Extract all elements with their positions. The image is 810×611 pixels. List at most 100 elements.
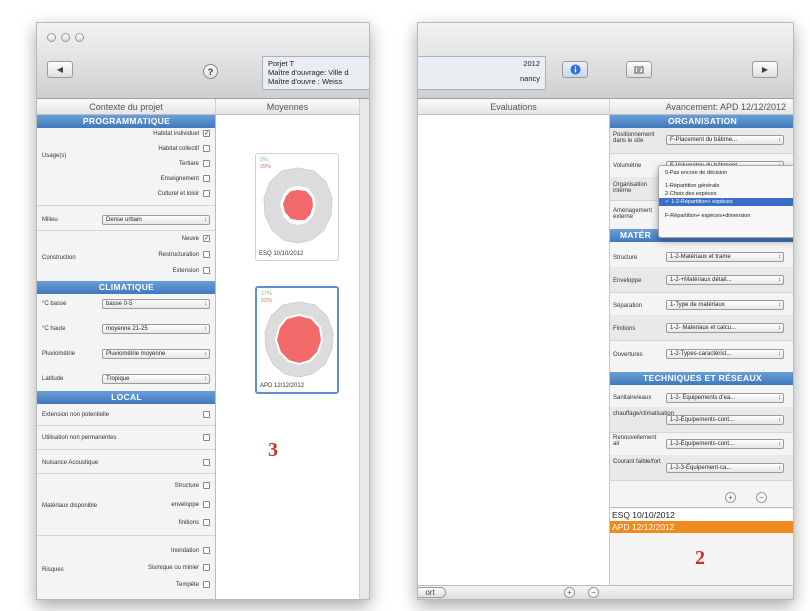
local-nuisance-checkbox[interactable]	[203, 459, 210, 466]
popup-item[interactable]: 0-Pas encore de décision	[659, 169, 793, 177]
ouvertures-select[interactable]: 1-2-Types-caractérist...	[666, 349, 784, 359]
evaluation-row-esq[interactable]: ESQ 10/10/2012	[610, 509, 793, 521]
materiaux-label: Matériaux disponible	[42, 503, 98, 509]
temp-basse-select[interactable]: basse 0-5	[102, 299, 210, 309]
moyennes-panel: 0% 39% ESQ 10/10/2012 17% 52% APD 12/12/…	[216, 115, 360, 599]
risque-inondation: Inondation	[170, 548, 199, 554]
extension-checkbox[interactable]	[203, 267, 210, 274]
window-controls[interactable]	[47, 33, 84, 42]
col-header-evaluations[interactable]: Evaluations	[418, 99, 610, 115]
usage-culturel: Culturel et loisir	[157, 191, 199, 197]
section-climatique: CLIMATIQUE	[37, 281, 215, 294]
add-button[interactable]: +	[564, 587, 575, 598]
popup-item[interactable]: 1-Répartition générale	[659, 182, 793, 190]
local-extension-checkbox[interactable]	[203, 411, 210, 418]
materiaux-structure-checkbox[interactable]	[203, 482, 210, 489]
usage-habitat-collectif: Habitat collectif	[158, 146, 199, 152]
close-icon[interactable]	[47, 33, 56, 42]
courant-select[interactable]: 1-2-3-Équipement-ca...	[666, 463, 784, 473]
culturel-checkbox[interactable]	[203, 190, 210, 197]
materiaux-structure: Structure	[174, 483, 199, 489]
zoom-icon[interactable]	[75, 33, 84, 42]
minimize-icon[interactable]	[61, 33, 70, 42]
marker-2: 2	[695, 547, 705, 569]
amenagement-externe-label: Aménagement externe	[613, 208, 653, 220]
enveloppe-select[interactable]: 1-2-+Matériaux détail...	[666, 275, 784, 285]
sanitaire-label: Sanitaire/eaux	[613, 395, 652, 401]
pluviometrie-label: Pluviométrie	[42, 351, 76, 357]
construction-restructuration: Restructuration	[158, 252, 199, 258]
left-window: ◀ ? Porjet T Maître d'ouvrage: Ville d M…	[36, 22, 370, 600]
materiaux-finitions: finitions	[178, 520, 199, 526]
restructuration-checkbox[interactable]	[203, 251, 210, 258]
positionnement-select[interactable]: F-Placement du bâtime...	[666, 135, 784, 145]
project-year: 2012	[523, 59, 540, 68]
risque-sismique-checkbox[interactable]	[203, 564, 210, 571]
finitions-label: Finitions	[613, 326, 636, 332]
ouvertures-label: Ouvertures	[613, 352, 643, 358]
project-info-box: Porjet T Maître d'ouvrage: Ville d Maîtr…	[262, 56, 369, 90]
local-utilisation-checkbox[interactable]	[203, 434, 210, 441]
latitude-select[interactable]: Tropique	[102, 374, 210, 384]
risque-tempete-checkbox[interactable]	[203, 581, 210, 588]
sanitaire-select[interactable]: 1-2- Équipements d'ea...	[666, 393, 784, 403]
forward-button[interactable]: ▶	[752, 61, 778, 78]
chauffage-select[interactable]: 1-2-Équipements-cont...	[666, 415, 784, 425]
remove-evaluation-button[interactable]: −	[756, 492, 767, 503]
divider	[37, 535, 215, 536]
chauffage-label: chauffage/climatisation	[613, 411, 674, 417]
thumb-caption: ESQ 10/10/2012	[259, 251, 304, 257]
structure-select[interactable]: 1-2-Matériaux et trame	[666, 252, 784, 262]
local-utilisation-label: Utilisation non permanentes	[42, 435, 117, 441]
project-architect: Maître d'ouvre : Weiss	[268, 77, 343, 86]
project-owner: Maître d'ouvrage: Ville d	[268, 68, 349, 77]
positionnement-label: Positionnement dans le site	[613, 132, 655, 144]
col-header-moyennes[interactable]: Moyennes	[216, 99, 360, 115]
divider	[37, 230, 215, 231]
export-button[interactable]: ort	[418, 587, 446, 598]
renouvellement-select[interactable]: 1-2-Équipements-cont...	[666, 439, 784, 449]
edit-button[interactable]	[626, 61, 652, 78]
milieu-select[interactable]: Dense urbain	[102, 215, 210, 225]
habitat-collectif-checkbox[interactable]	[203, 145, 210, 152]
col-header-avancement[interactable]: Avancement: APD 12/12/2012	[610, 99, 793, 115]
habitat-individuel-checkbox[interactable]: ✓	[203, 130, 210, 137]
materiaux-finitions-checkbox[interactable]	[203, 519, 210, 526]
back-button[interactable]: ◀	[47, 61, 73, 78]
remove-button[interactable]: −	[588, 587, 599, 598]
separation-select[interactable]: 1-Type de matériaux	[666, 300, 784, 310]
evaluation-row-apd[interactable]: APD 12/12/2012	[610, 521, 793, 533]
usages-label: Usage(s)	[42, 153, 67, 159]
divider	[37, 425, 215, 426]
usage-enseignement: Enseignement	[160, 176, 199, 182]
enseignement-checkbox[interactable]	[203, 175, 210, 182]
divider	[37, 205, 215, 206]
pluviometrie-select[interactable]: Pluviométrie moyenne	[102, 349, 210, 359]
popup-item[interactable]: F-Répartition+ espèces+dimension	[659, 212, 793, 220]
popup-item-selected[interactable]: ✓ 1-2-Répartition+ espèces	[659, 198, 793, 206]
milieu-label: Milieu	[42, 217, 58, 223]
tertiaire-checkbox[interactable]	[203, 160, 210, 167]
bottom-toolbar: ort + −	[418, 585, 793, 599]
renouvellement-label: Renouvellement air	[613, 435, 657, 447]
col-header-contexte[interactable]: Contexte du projet	[37, 99, 216, 115]
section-organisation: ORGANISATION	[610, 115, 793, 128]
thumb-caption: APD 12/12/2012	[260, 383, 305, 389]
info-button[interactable]	[562, 61, 588, 78]
risque-inondation-checkbox[interactable]	[203, 547, 210, 554]
usage-tertiaire: Tertiare	[178, 161, 199, 167]
structure-label: Structure	[613, 255, 638, 261]
help-button[interactable]: ?	[203, 64, 218, 79]
evaluation-thumb-apd[interactable]: 17% 52% APD 12/12/2012	[255, 286, 339, 394]
add-evaluation-button[interactable]: +	[725, 492, 736, 503]
divider	[37, 449, 215, 450]
section-techniques: TECHNIQUES ET RÉSEAUX	[610, 372, 793, 385]
evaluation-thumb-esq[interactable]: 0% 39% ESQ 10/10/2012	[255, 153, 339, 261]
materiaux-enveloppe-checkbox[interactable]	[203, 501, 210, 508]
edit-icon	[634, 66, 644, 73]
temp-haute-select[interactable]: moyenne 21-25	[102, 324, 210, 334]
popup-item[interactable]: 2-Choix des espèces	[659, 190, 793, 198]
vertical-scrollbar[interactable]	[360, 99, 369, 599]
neuve-checkbox[interactable]: ✓	[203, 235, 210, 242]
finitions-select[interactable]: 1-2- Materiaux et calcu...	[666, 323, 784, 333]
